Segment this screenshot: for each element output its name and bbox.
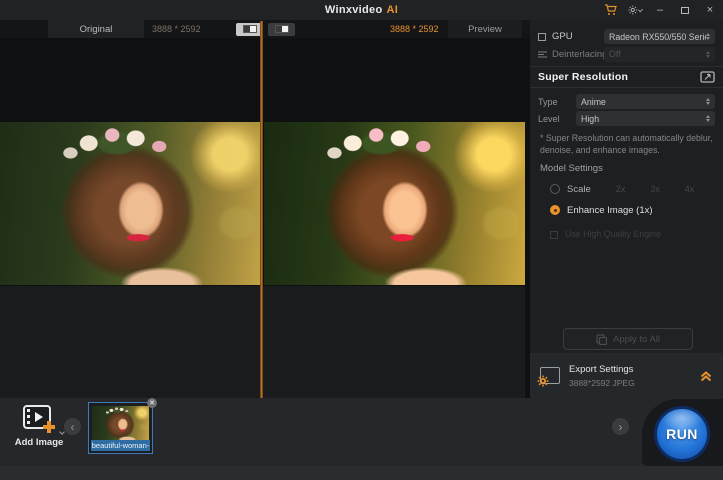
compare-divider-handle[interactable]	[260, 21, 263, 398]
dropdown-arrows-icon	[706, 115, 710, 122]
close-button[interactable]: ×	[703, 3, 717, 17]
cart-icon[interactable]	[603, 3, 617, 17]
prev-thumbnail-button[interactable]: ‹	[64, 418, 81, 435]
thumbnail-label: beautiful-woman-	[91, 440, 150, 451]
enhanced-preview-image	[264, 122, 525, 285]
level-select-value: High	[581, 114, 706, 124]
type-select-value: Anime	[581, 97, 706, 107]
gpu-select[interactable]: Radeon RX550/550 Series	[604, 29, 715, 44]
export-settings-value: 3888*2592 JPEG	[569, 378, 690, 388]
scale-label: Scale	[567, 184, 591, 195]
level-select[interactable]: High	[576, 111, 715, 126]
title-bar: Winxvideo AI – ×	[0, 0, 723, 20]
scale-radio[interactable]	[550, 184, 560, 194]
slider-view-button[interactable]	[268, 23, 295, 36]
thumbnail-item[interactable]: beautiful-woman- ✕	[88, 402, 153, 454]
export-settings-bar[interactable]: Export Settings 3888*2592 JPEG	[530, 353, 723, 398]
tab-original[interactable]: Original	[48, 20, 144, 38]
type-select[interactable]: Anime	[576, 94, 715, 109]
gear-caret-icon	[638, 7, 643, 12]
remove-thumbnail-button[interactable]: ✕	[147, 398, 157, 408]
enhance-image-radio[interactable]	[550, 205, 560, 215]
preview-resolution-label: 3888 * 2592	[390, 20, 439, 38]
next-thumbnail-button[interactable]: ›	[612, 418, 629, 435]
scale-option-3x[interactable]: 3x	[650, 184, 660, 194]
apply-to-all-label: Apply to All	[613, 334, 660, 345]
original-resolution-label: 3888 * 2592	[152, 20, 201, 38]
app-name: Winxvideo	[325, 4, 383, 16]
collapse-chevron-icon[interactable]	[699, 369, 713, 383]
settings-panel: GPU Radeon RX550/550 Series Deinterlacin…	[530, 20, 723, 398]
add-image-icon	[22, 404, 56, 434]
apply-to-all-icon	[596, 334, 607, 345]
type-label: Type	[538, 97, 568, 107]
gpu-checkbox[interactable]	[538, 33, 546, 41]
bottom-strip	[0, 466, 723, 480]
scale-option-4x[interactable]: 4x	[685, 184, 695, 194]
deinterlacing-icon	[538, 50, 547, 59]
enhance-image-label: Enhance Image (1x)	[567, 205, 653, 216]
dropdown-arrows-icon	[706, 33, 710, 40]
deinterlacing-select-value: Off	[609, 49, 706, 59]
slider-view-icon	[275, 25, 289, 33]
dropdown-arrows-icon	[706, 98, 710, 105]
expand-icon[interactable]	[700, 71, 715, 83]
deinterlacing-select[interactable]: Off	[604, 47, 715, 62]
scale-option-2x[interactable]: 2x	[616, 184, 626, 194]
gpu-select-value: Radeon RX550/550 Series	[609, 32, 706, 42]
gear-icon[interactable]	[628, 3, 642, 17]
apply-to-all-button[interactable]: Apply to All	[563, 328, 693, 350]
export-settings-title: Export Settings	[569, 364, 690, 375]
preview-toolbar: Original 3888 * 2592 3888 * 2592 Preview	[0, 20, 530, 38]
side-by-side-view-button[interactable]	[236, 23, 263, 36]
app-ai-suffix: AI	[387, 4, 399, 16]
quality-engine-checkbox[interactable]	[550, 231, 558, 239]
preview-area	[0, 38, 530, 398]
level-label: Level	[538, 114, 568, 124]
minimize-button[interactable]: –	[653, 3, 667, 17]
run-button[interactable]: RUN	[654, 406, 710, 462]
view-toggle-group	[236, 23, 295, 36]
model-settings-label: Model Settings	[540, 163, 603, 174]
quality-engine-label: Use High Quality Engine	[565, 229, 665, 240]
add-image-button[interactable]: Add Image	[10, 404, 68, 460]
dropdown-arrows-icon	[706, 51, 710, 58]
gpu-label: GPU	[552, 31, 573, 42]
export-settings-icon	[540, 367, 560, 384]
description-text: * Super Resolution can automatically deb…	[540, 133, 713, 157]
add-image-label: Add Image	[15, 437, 64, 448]
tab-preview[interactable]: Preview	[448, 20, 522, 38]
original-image	[0, 122, 261, 285]
deinterlacing-label: Deinterlacing	[552, 49, 607, 60]
maximize-icon	[681, 7, 689, 14]
super-resolution-title: Super Resolution	[538, 71, 628, 83]
side-by-side-icon	[243, 25, 257, 33]
thumbnail-image	[92, 406, 149, 440]
maximize-button[interactable]	[678, 3, 692, 17]
